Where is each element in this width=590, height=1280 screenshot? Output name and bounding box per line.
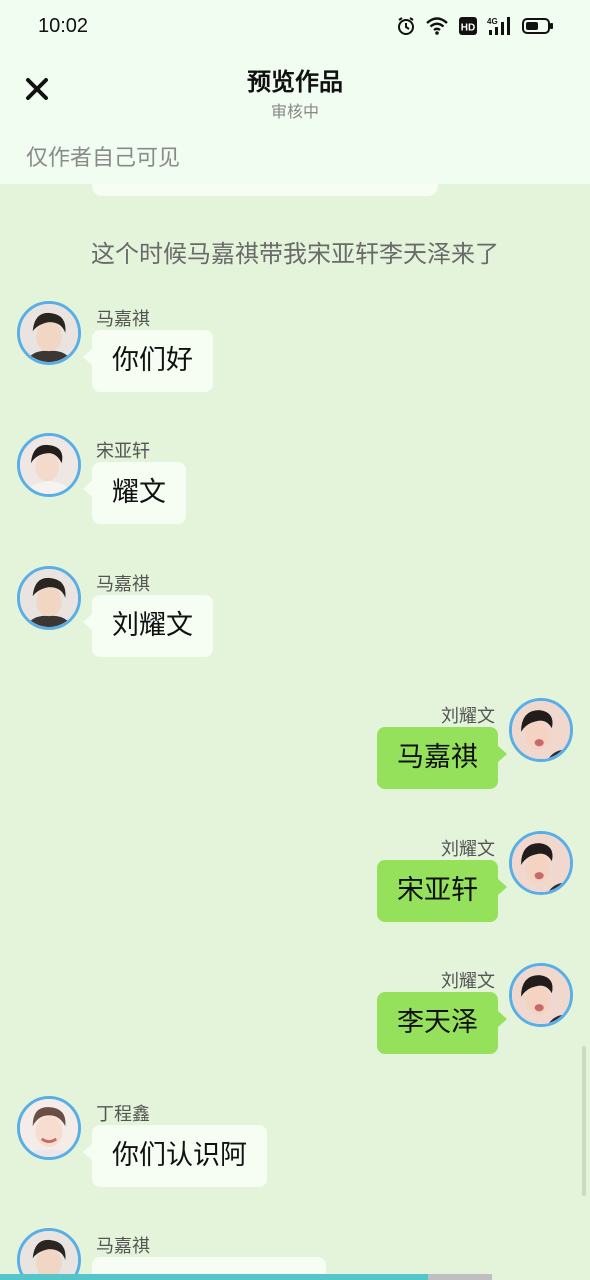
status-bar: 10:02 HD 4G — [0, 0, 590, 52]
sender-name: 刘耀文 — [441, 839, 495, 860]
signal-4g-icon: 4G — [487, 16, 513, 36]
avatar-dingchengxin[interactable] — [17, 1096, 81, 1160]
sender-name: 马嘉祺 — [96, 1236, 150, 1257]
alarm-icon — [396, 16, 416, 36]
visibility-note: 仅作者自己可见 — [26, 146, 181, 171]
previous-message-bubble — [92, 184, 438, 196]
preview-header: 预览作品 审核中 仅作者自己可见 — [0, 52, 590, 184]
chat-message: 马嘉祺 你们好 — [0, 300, 590, 400]
chat-message: 刘耀文 马嘉祺 — [0, 697, 590, 797]
sender-name: 丁程鑫 — [96, 1104, 150, 1125]
sender-name: 刘耀文 — [441, 971, 495, 992]
page-title: 预览作品 — [247, 68, 343, 96]
chat-message: 宋亚轩 耀文 — [0, 432, 590, 532]
chat-message: 马嘉祺 — [0, 1227, 590, 1280]
wifi-icon — [425, 16, 449, 36]
svg-text:4G: 4G — [487, 17, 498, 26]
chat-message: 丁程鑫 你们认识阿 — [0, 1095, 590, 1195]
scrollbar[interactable] — [582, 1046, 586, 1196]
message-bubble[interactable]: 刘耀文 — [83, 595, 213, 657]
battery-icon — [522, 17, 554, 35]
avatar-liuyaowen[interactable] — [509, 698, 573, 762]
avatar-liuyaowen[interactable] — [509, 831, 573, 895]
hd-icon: HD — [458, 16, 478, 36]
message-bubble[interactable]: 你们认识阿 — [83, 1125, 267, 1187]
sender-name: 刘耀文 — [441, 706, 495, 727]
sender-name: 宋亚轩 — [96, 441, 150, 462]
chat-message: 刘耀文 李天泽 — [0, 962, 590, 1062]
status-icons: HD 4G — [396, 16, 554, 36]
sender-name: 马嘉祺 — [96, 309, 150, 330]
status-time: 10:02 — [38, 14, 89, 37]
avatar-majiaqi[interactable] — [17, 1228, 81, 1280]
narration-text: 这个时候马嘉祺带我宋亚轩李天泽来了 — [91, 240, 499, 268]
message-bubble[interactable]: 宋亚轩 — [377, 860, 507, 922]
avatar-majiaqi[interactable] — [17, 301, 81, 365]
message-bubble[interactable]: 李天泽 — [377, 992, 507, 1054]
playback-progress-fill — [0, 1274, 429, 1280]
review-status: 审核中 — [270, 102, 319, 121]
message-bubble[interactable]: 你们好 — [83, 330, 213, 392]
message-bubble[interactable]: 耀文 — [83, 462, 186, 524]
sender-name: 马嘉祺 — [96, 574, 150, 595]
avatar-liuyaowen[interactable] — [509, 963, 573, 1027]
chat-message: 刘耀文 宋亚轩 — [0, 830, 590, 930]
message-bubble[interactable]: 马嘉祺 — [377, 727, 507, 789]
playback-progress-bar[interactable] — [0, 1274, 492, 1280]
chat-message: 马嘉祺 刘耀文 — [0, 565, 590, 665]
avatar-songyaxuan[interactable] — [17, 433, 81, 497]
svg-text:HD: HD — [461, 23, 475, 34]
avatar-majiaqi[interactable] — [17, 566, 81, 630]
